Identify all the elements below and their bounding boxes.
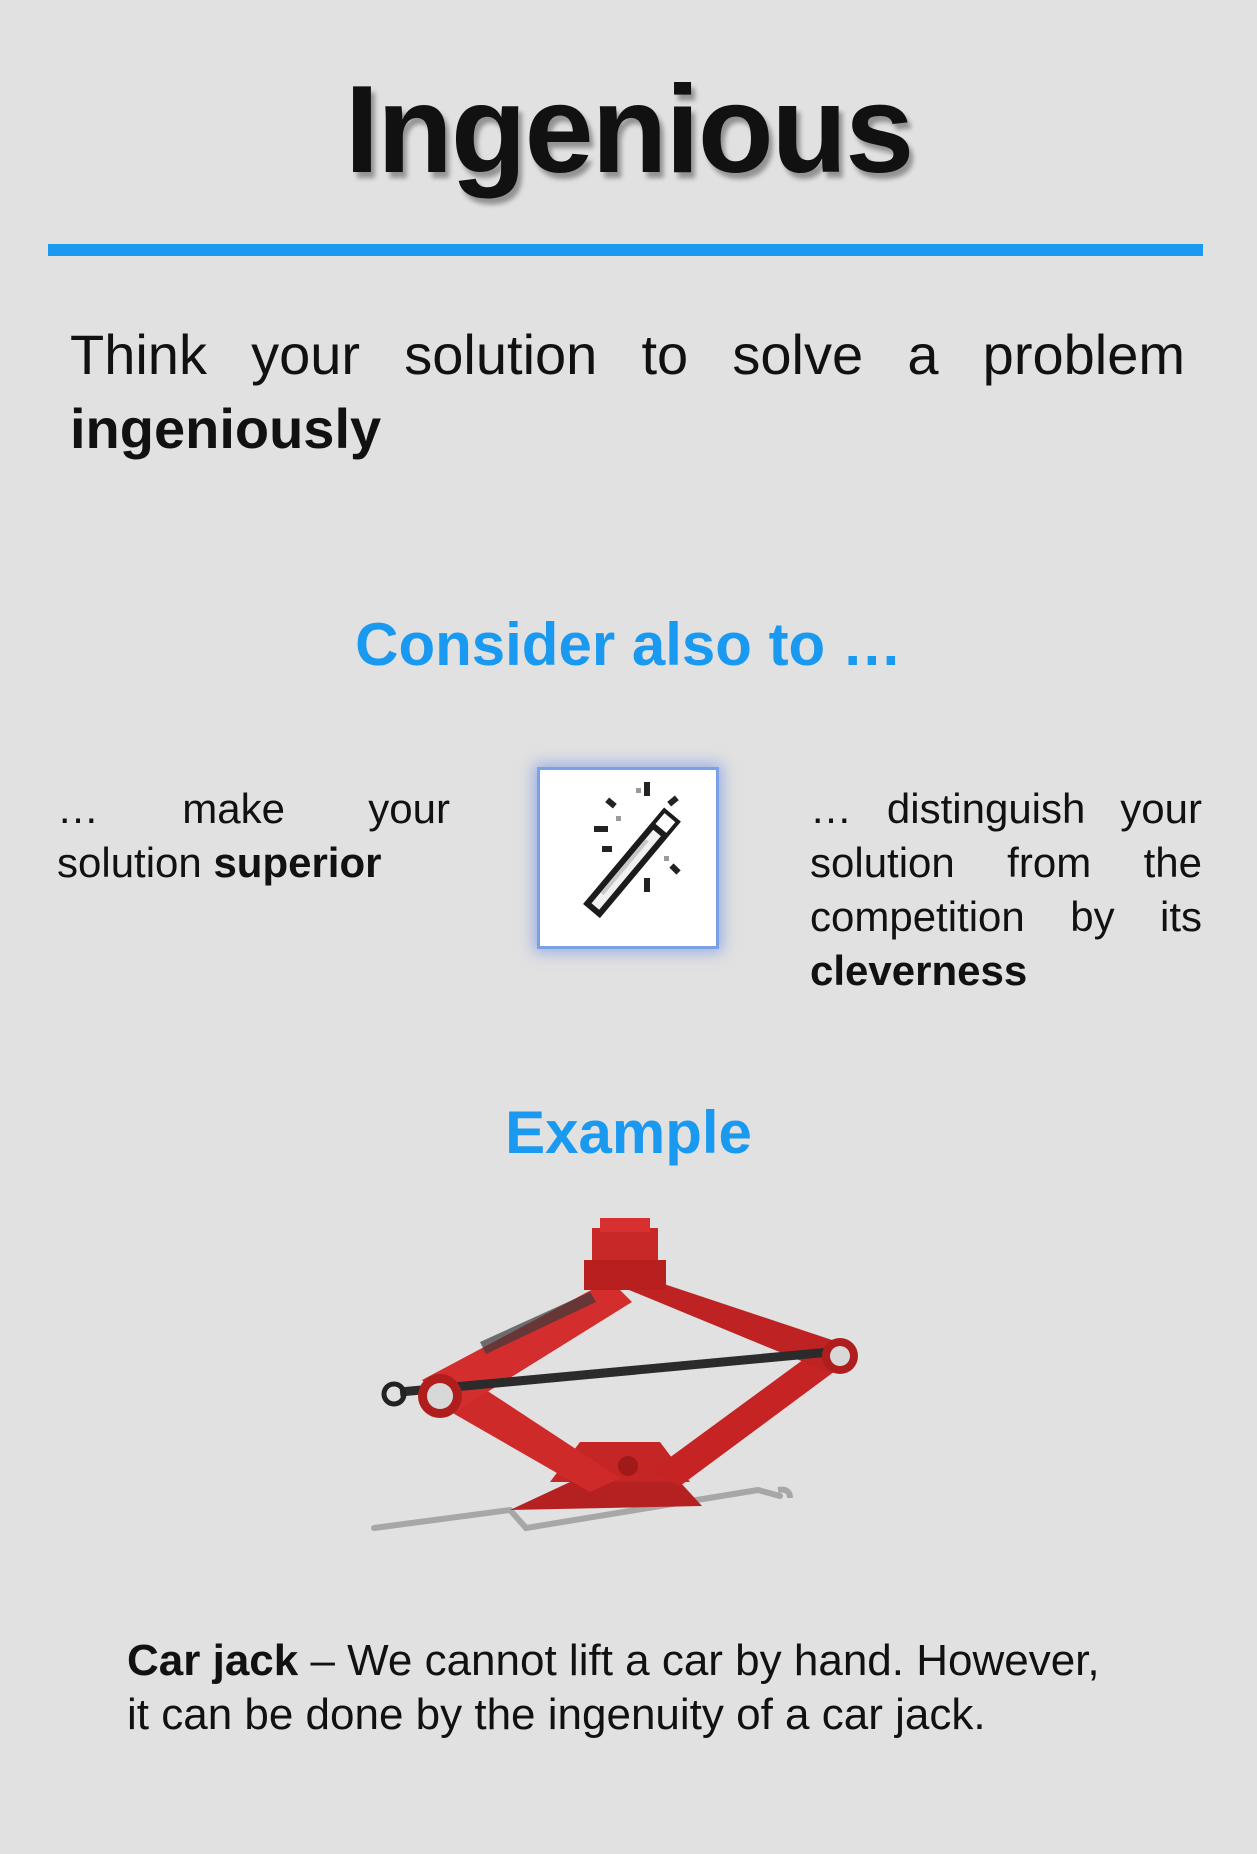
left-line-1: … make your xyxy=(57,785,450,832)
page-title: Ingenious xyxy=(344,61,915,199)
consider-right-text: … distinguish your solution from the com… xyxy=(810,782,1202,998)
intro-line-1: Think your solution to solve a problem xyxy=(70,323,1185,386)
right-line-1: … distinguish your xyxy=(810,785,1202,832)
example-caption: Car jack – We cannot lift a car by hand.… xyxy=(127,1634,1167,1742)
car-jack-image xyxy=(360,1210,900,1590)
consider-heading: Consider also to … xyxy=(355,611,902,678)
caption-line-2: it can be done by the ingenuity of a car… xyxy=(127,1690,986,1739)
intro-text: Think your solution to solve a problem i… xyxy=(70,318,1185,466)
caption-bold: Car jack xyxy=(127,1636,299,1685)
right-bold: cleverness xyxy=(810,947,1028,994)
intro-line-2: ingeniously xyxy=(70,397,382,460)
example-heading: Example xyxy=(505,1099,752,1166)
left-prefix: solution xyxy=(57,839,214,886)
right-line-3: competition by its xyxy=(810,893,1202,940)
consider-left-text: … make your solution superior xyxy=(57,782,450,890)
left-bold: superior xyxy=(213,839,382,886)
right-line-2: solution from the xyxy=(810,839,1202,886)
magic-wand-icon xyxy=(540,770,716,946)
caption-line-1: – We cannot lift a car by hand. However, xyxy=(298,1636,1100,1685)
title-divider xyxy=(48,244,1203,256)
left-line-2: solution superior xyxy=(57,836,450,890)
